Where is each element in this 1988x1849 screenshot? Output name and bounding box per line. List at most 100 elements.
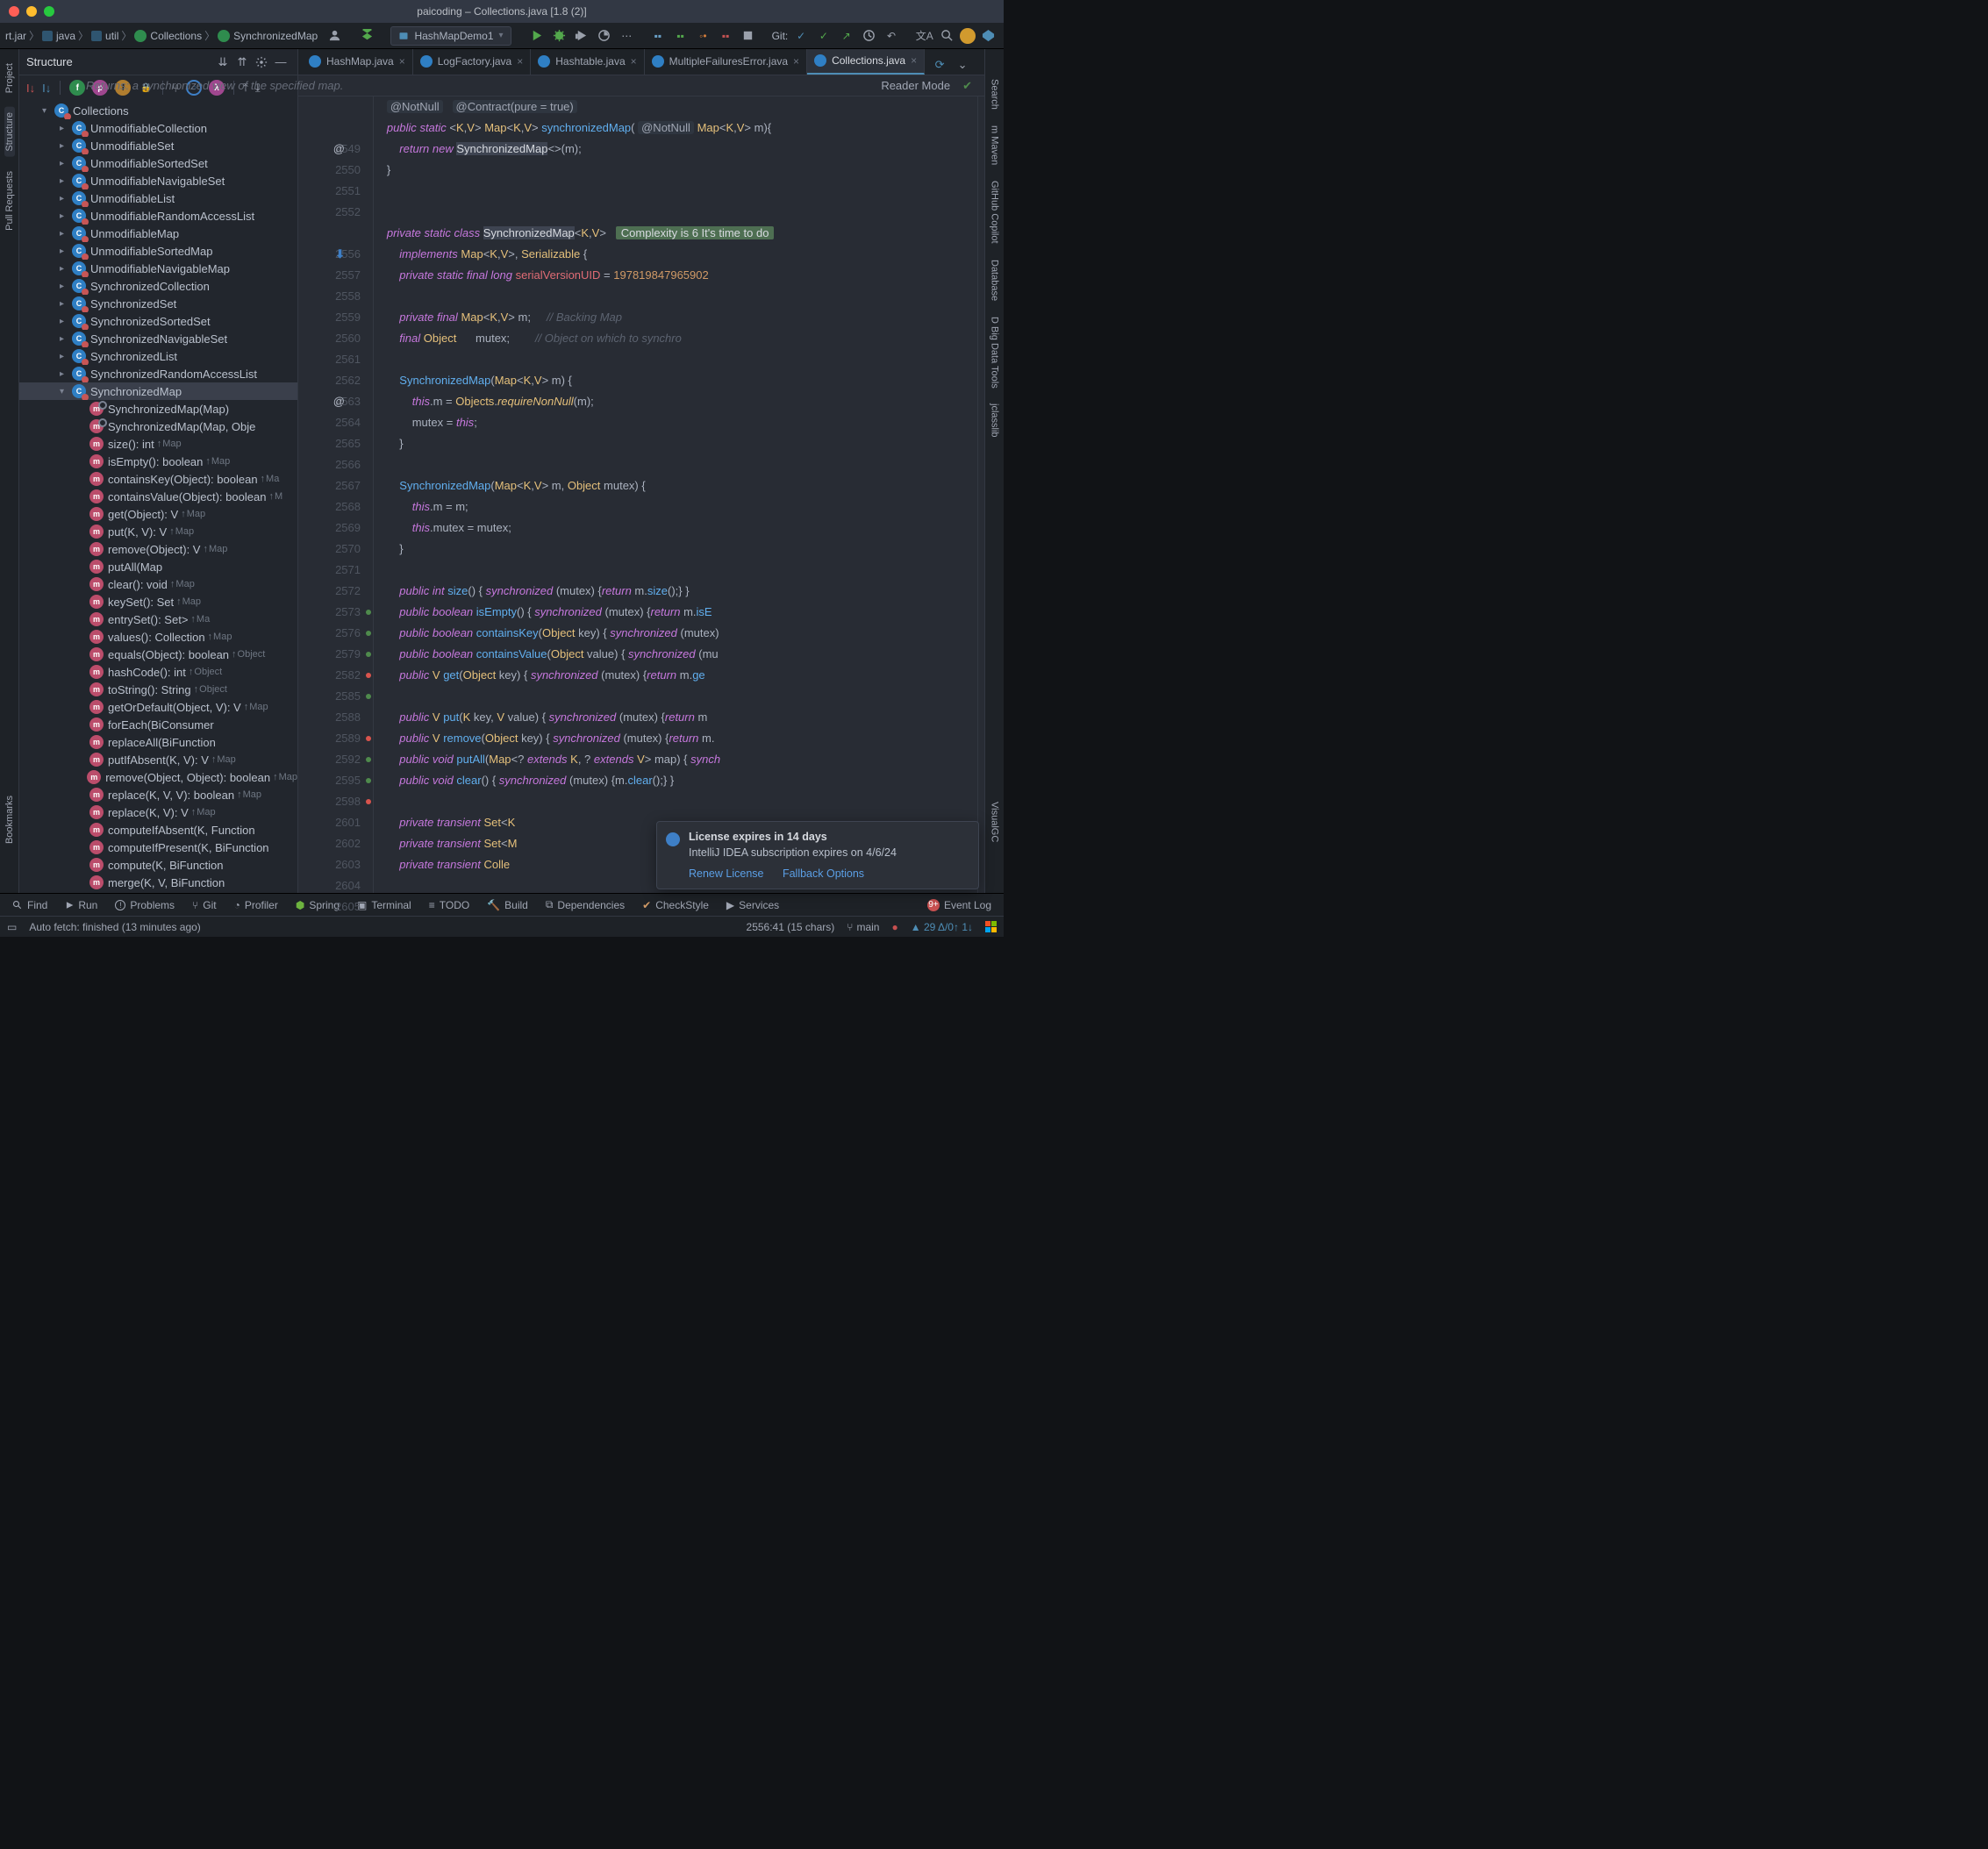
tree-node[interactable]: mcontainsValue(Object): boolean M xyxy=(19,488,297,505)
sort-vis-icon[interactable]: I↓ xyxy=(42,82,51,95)
structure-tree[interactable]: ▾CCollections▸CUnmodifiableCollection ▸CU… xyxy=(19,100,297,893)
maven-tool-button[interactable]: m Maven xyxy=(990,125,1000,165)
maximize-window-icon[interactable] xyxy=(44,6,54,17)
bigdata-tool-button[interactable]: D Big Data Tools xyxy=(990,317,1000,389)
profile-icon[interactable] xyxy=(595,26,614,46)
run-configuration-dropdown[interactable]: HashMapDemo1 ▾ xyxy=(390,26,511,46)
check-icon[interactable]: ✔ xyxy=(962,79,972,93)
gutter-line[interactable] xyxy=(298,96,373,118)
reader-mode-label[interactable]: Reader Mode xyxy=(881,79,950,92)
gutter-line[interactable]: 2551 xyxy=(298,181,373,202)
attach-icon[interactable]: ▪▪ xyxy=(648,26,668,46)
jetbrains-ai-icon[interactable] xyxy=(979,26,998,46)
collapse-all-icon[interactable]: ⇈ xyxy=(232,53,252,72)
gutter-line[interactable]: 2585 xyxy=(298,686,373,707)
gutter-line[interactable]: 2582 xyxy=(298,665,373,686)
problems-tool-button[interactable]: !Problems xyxy=(108,896,182,915)
gear-icon[interactable] xyxy=(252,53,271,72)
expand-all-icon[interactable]: ⇊ xyxy=(213,53,232,72)
gutter-line[interactable]: 2561 xyxy=(298,349,373,370)
gutter-line[interactable]: 2588 xyxy=(298,707,373,728)
tree-node[interactable]: mreplaceAll(BiFunction xyxy=(19,733,297,751)
editor-tab[interactable]: LogFactory.java× xyxy=(413,49,532,75)
gutter-line[interactable]: 2565 xyxy=(298,433,373,454)
gutter-line[interactable]: 2589 xyxy=(298,728,373,749)
tree-node[interactable]: ▸CSynchronizedSet xyxy=(19,295,297,312)
project-tool-button[interactable]: Project xyxy=(4,58,15,98)
git-branch-widget[interactable]: ⑂ main xyxy=(847,921,879,933)
git-push-icon[interactable]: ↗ xyxy=(837,26,856,46)
tree-node[interactable]: mreplace(K, V, V): boolean Map xyxy=(19,786,297,803)
close-icon[interactable]: × xyxy=(399,55,405,68)
gutter-line[interactable]: 2564 xyxy=(298,412,373,433)
tree-node[interactable]: ▸CUnmodifiableRandomAccessList xyxy=(19,207,297,225)
gutter-line[interactable]: 2573 xyxy=(298,602,373,623)
tree-node[interactable]: ▸CSynchronizedNavigableSet xyxy=(19,330,297,347)
find-tool-button[interactable]: Find xyxy=(5,896,54,915)
tree-node[interactable]: mclear(): void Map xyxy=(19,575,297,593)
tree-node[interactable]: mcomputeIfAbsent(K, Function xyxy=(19,821,297,839)
tree-node[interactable]: ▸CUnmodifiableNavigableSet xyxy=(19,172,297,189)
tree-node[interactable]: mput(K, V): V Map xyxy=(19,523,297,540)
gutter-line[interactable]: 2601 xyxy=(298,812,373,833)
stop-button[interactable] xyxy=(739,26,758,46)
structure-tool-button[interactable]: Structure xyxy=(4,107,15,157)
breadcrumb-item[interactable]: java xyxy=(42,30,75,42)
tree-node[interactable]: mvalues(): Collection Map xyxy=(19,628,297,646)
search-tool-button[interactable]: Search xyxy=(990,79,1000,110)
gutter-line[interactable]: 2560 xyxy=(298,328,373,349)
ide-updates-icon[interactable] xyxy=(960,28,976,44)
pull-requests-tool-button[interactable]: Pull Requests xyxy=(4,166,15,236)
stop-icon[interactable]: ▪▪ xyxy=(716,26,735,46)
gutter-line[interactable]: 2567 xyxy=(298,475,373,496)
ms-icon[interactable] xyxy=(985,921,997,932)
gutter-line[interactable]: 2570 xyxy=(298,539,373,560)
debug-button[interactable] xyxy=(549,26,569,46)
gutter-line[interactable]: 2569 xyxy=(298,518,373,539)
gutter-line[interactable]: 2568 xyxy=(298,496,373,518)
gutter-line[interactable]: 2579 xyxy=(298,644,373,665)
tree-node[interactable]: mhashCode(): int Object xyxy=(19,663,297,681)
gutter-line[interactable]: 2550 xyxy=(298,160,373,181)
tree-node[interactable]: ▸CSynchronizedCollection xyxy=(19,277,297,295)
jclasslib-tool-button[interactable]: jclasslib xyxy=(990,403,1000,438)
tree-node[interactable]: ▸CUnmodifiableMap xyxy=(19,225,297,242)
memory-widget[interactable]: ▲ 29 Δ/0↑ 1↓ xyxy=(911,921,973,933)
run-tool-button[interactable]: Run xyxy=(58,896,104,915)
tree-node[interactable]: ▾CCollections xyxy=(19,102,297,119)
tree-node[interactable]: mget(Object): V Map xyxy=(19,505,297,523)
gutter-line[interactable]: 2604 xyxy=(298,875,373,896)
git-update-icon[interactable]: ✓ xyxy=(791,26,811,46)
gutter-line[interactable]: 2559 xyxy=(298,307,373,328)
run-coverage-icon[interactable] xyxy=(572,26,591,46)
minimize-window-icon[interactable] xyxy=(26,6,37,17)
gutter-line[interactable] xyxy=(298,223,373,244)
gutter-line[interactable]: 2552 xyxy=(298,202,373,223)
breadcrumb-item[interactable]: SynchronizedMap xyxy=(218,30,318,42)
gutter-line[interactable]: 2557 xyxy=(298,265,373,286)
breadcrumb-item[interactable]: rt.jar xyxy=(5,30,26,42)
gutter-line[interactable]: 2571 xyxy=(298,560,373,581)
tree-node[interactable]: ▸CUnmodifiableCollection xyxy=(19,119,297,137)
gutter-line[interactable]: @2563 xyxy=(298,391,373,412)
git-commit-icon[interactable]: ✓ xyxy=(814,26,833,46)
gutter-line[interactable]: 2572 xyxy=(298,581,373,602)
tree-node[interactable]: mequals(Object): boolean Object xyxy=(19,646,297,663)
search-icon[interactable] xyxy=(938,26,957,46)
build-icon[interactable] xyxy=(358,26,377,46)
user-icon[interactable] xyxy=(325,26,344,46)
gutter-line[interactable]: @2549 xyxy=(298,139,373,160)
tree-node[interactable]: ▾CSynchronizedMap xyxy=(19,382,297,400)
tree-node[interactable]: mmerge(K, V, BiFunction xyxy=(19,874,297,891)
fallback-options-link[interactable]: Fallback Options xyxy=(783,867,864,880)
gutter-line[interactable]: ⬇2556 xyxy=(298,244,373,265)
breadcrumb-item[interactable]: Collections xyxy=(134,30,202,42)
run-button[interactable] xyxy=(526,26,546,46)
gutter-line[interactable]: 2598 xyxy=(298,791,373,812)
editor-tab[interactable]: Hashtable.java× xyxy=(531,49,644,75)
tree-node[interactable]: mgetOrDefault(Object, V): V Map xyxy=(19,698,297,716)
services-icon-2[interactable]: ◦• xyxy=(693,26,712,46)
editor-tab[interactable]: Collections.java× xyxy=(807,49,925,75)
minimap[interactable] xyxy=(977,96,984,893)
show-fields-icon[interactable]: f xyxy=(69,80,85,96)
